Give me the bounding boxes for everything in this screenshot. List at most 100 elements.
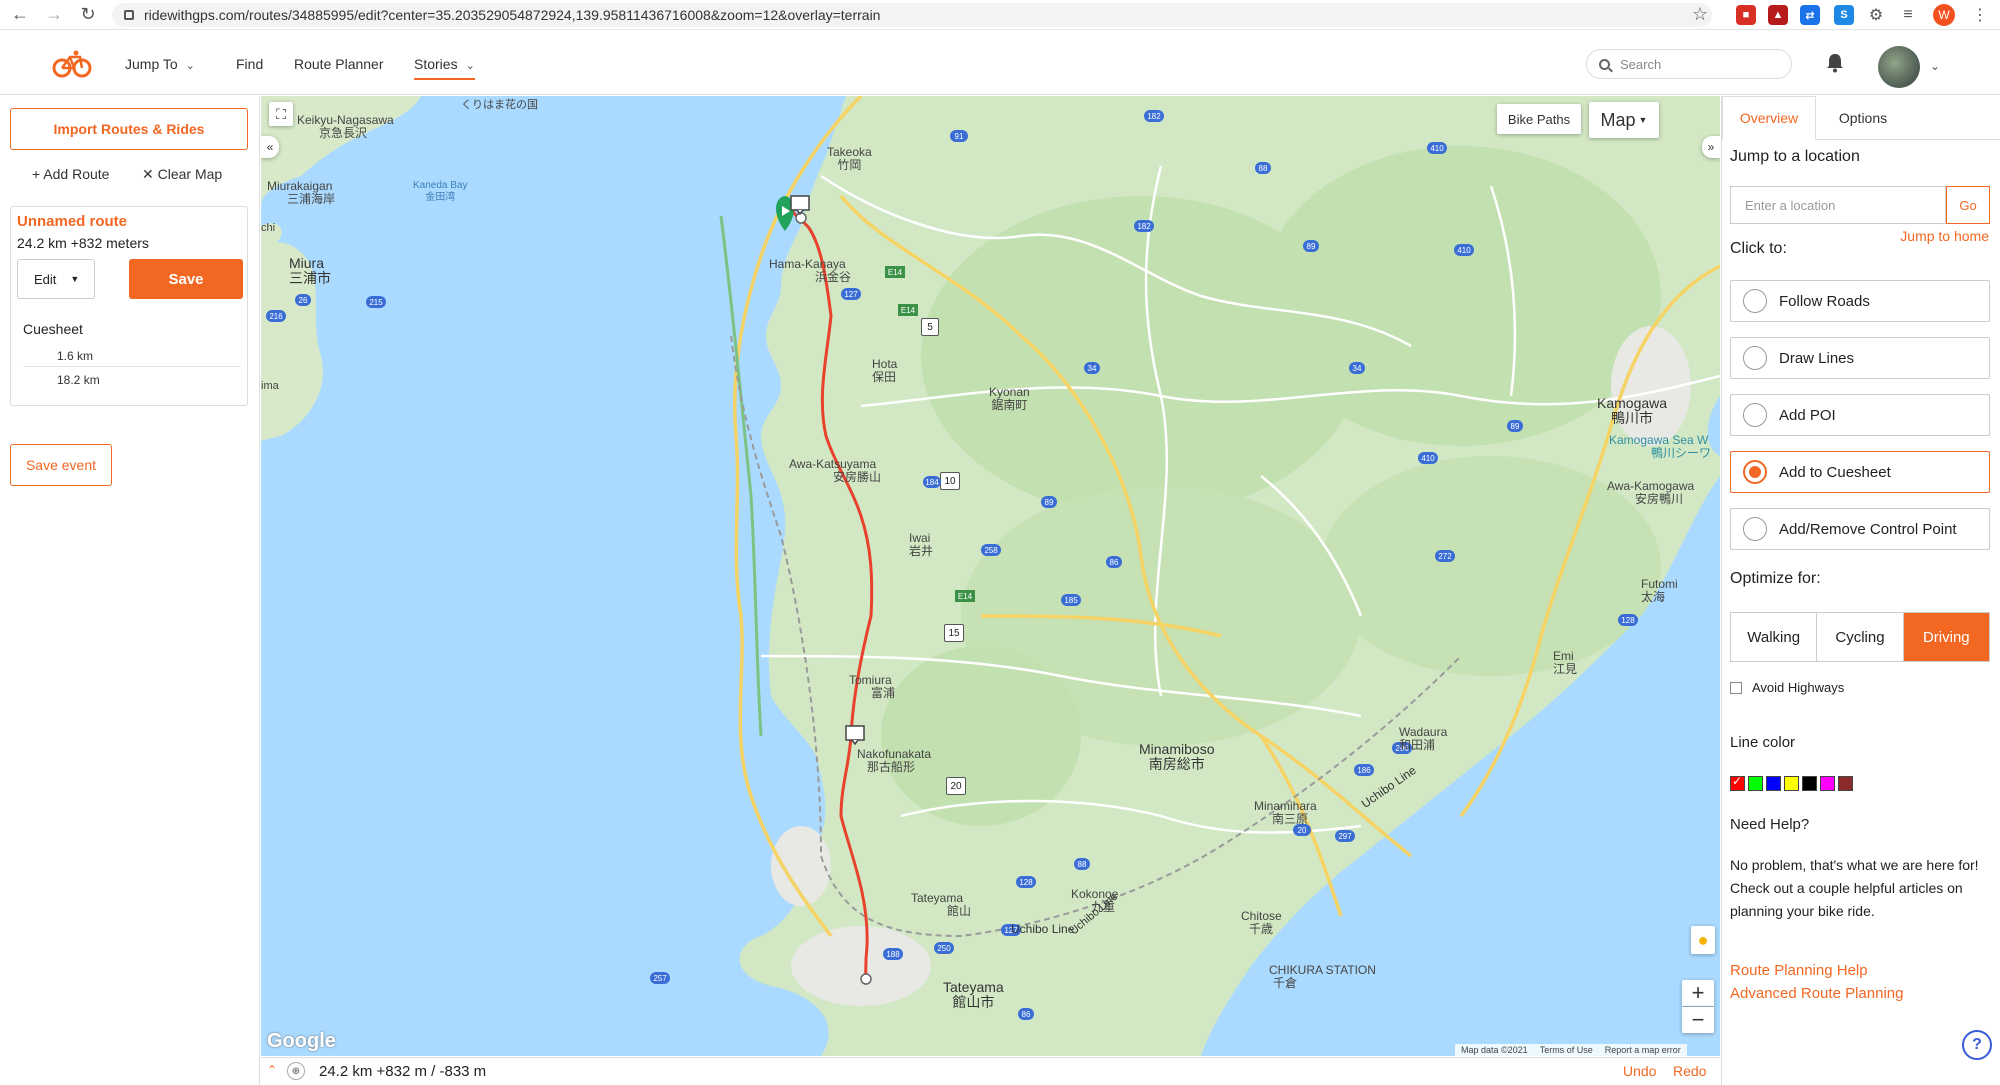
notifications-bell-icon[interactable] [1826, 53, 1844, 73]
reload-icon[interactable]: ↻ [74, 1, 102, 29]
place-label: Keikyu-Nagasawa 京急長沢 [297, 114, 394, 140]
collapse-left-panel-button[interactable]: « [261, 136, 279, 158]
advanced-route-planning-link[interactable]: Advanced Route Planning [1730, 985, 1903, 1002]
swatch-yellow[interactable] [1784, 776, 1799, 791]
place-label: Tateyama 館山 [911, 892, 971, 918]
location-input[interactable]: Enter a location [1730, 186, 1946, 224]
nav-jump-to[interactable]: Jump To ⌄ [125, 56, 195, 72]
optimize-cycling[interactable]: Cycling [1817, 613, 1904, 661]
browser-menu-icon[interactable]: ⋮ [1972, 5, 1988, 25]
extension-blue-icon[interactable]: ⇄ [1800, 5, 1820, 25]
app-header: Jump To ⌄ Find Route Planner Stories ⌄ Sea… [0, 31, 2000, 95]
place-name-jp: 三浦市 [289, 270, 331, 286]
map-view[interactable]: 5 10 15 20 E14 E14 E14 91 182 88 410 127… [261, 96, 1720, 1056]
route-planning-help-link[interactable]: Route Planning Help [1730, 962, 1868, 979]
extension-red-icon[interactable]: ■ [1736, 5, 1756, 25]
optimize-walking[interactable]: Walking [1731, 613, 1818, 661]
report-error-link[interactable]: Report a map error [1599, 1045, 1687, 1055]
swatch-brown[interactable] [1838, 776, 1853, 791]
fullscreen-button[interactable]: ⛶ [269, 102, 293, 126]
add-route-button[interactable]: + Add Route [32, 166, 109, 182]
clear-map-button[interactable]: ✕ Clear Map [142, 166, 222, 183]
avoid-highways-row[interactable]: Avoid Highways [1730, 680, 1844, 695]
expand-elevation-icon[interactable]: ⌃ [267, 1063, 277, 1077]
cue-row[interactable]: 1.6 km [23, 345, 241, 367]
road-shield: 128 [1618, 614, 1638, 626]
street-view-pegman-icon[interactable]: ● [1691, 926, 1715, 954]
extension-s-icon[interactable]: S [1834, 5, 1854, 25]
swatch-green[interactable] [1748, 776, 1763, 791]
address-bar[interactable]: ridewithgps.com/routes/34885995/edit?cen… [112, 3, 1712, 27]
place-label: Chitose 千歳 [1241, 910, 1282, 936]
collapse-right-panel-button[interactable]: » [1702, 136, 1720, 158]
cuesheet-title: Cuesheet [23, 321, 83, 337]
route-shield: 5 [921, 318, 939, 336]
search-placeholder: Search [1620, 56, 1662, 72]
place-name-jp: 和田浦 [1399, 738, 1436, 752]
zoom-in-button[interactable]: + [1682, 980, 1714, 1006]
undo-button[interactable]: Undo [1623, 1063, 1656, 1079]
user-avatar[interactable] [1878, 46, 1920, 88]
road-shield: 410 [1454, 244, 1474, 256]
zoom-out-button[interactable]: − [1682, 1007, 1714, 1033]
road-shield: 297 [1335, 830, 1355, 842]
mode-control-point[interactable]: Add/Remove Control Point [1730, 508, 1990, 550]
bookmark-star-icon[interactable]: ☆ [1692, 4, 1708, 25]
map-canvas[interactable] [261, 96, 1720, 1056]
import-routes-button[interactable]: Import Routes & Rides [10, 108, 248, 150]
nav-route-planner[interactable]: Route Planner [294, 56, 384, 72]
place-label: CHIKURA STATION 千倉 [1269, 964, 1376, 990]
place-name-jp: 安房勝山 [833, 470, 882, 484]
misc-map-label: chi [261, 222, 276, 234]
mode-add-poi[interactable]: Add POI [1730, 394, 1990, 436]
reading-list-icon[interactable]: ≡ [1898, 5, 1918, 25]
back-icon[interactable]: ← [6, 1, 34, 29]
forward-icon[interactable]: → [40, 1, 68, 29]
save-button[interactable]: Save [129, 259, 243, 299]
mode-follow-roads[interactable]: Follow Roads [1730, 280, 1990, 322]
browser-profile-avatar[interactable]: W [1933, 4, 1955, 26]
swatch-black[interactable] [1802, 776, 1817, 791]
extensions-puzzle-icon[interactable]: ⚙ [1866, 5, 1886, 25]
search-input[interactable]: Search [1586, 49, 1792, 79]
rail-label: Uchibo Line [1011, 922, 1075, 936]
zoom-search-icon[interactable]: ⊕ [287, 1062, 305, 1080]
swatch-magenta[interactable] [1820, 776, 1835, 791]
tab-overview[interactable]: Overview [1722, 96, 1816, 140]
mode-draw-lines[interactable]: Draw Lines [1730, 337, 1990, 379]
mode-add-to-cuesheet[interactable]: Add to Cuesheet [1730, 451, 1990, 493]
avoid-highways-label: Avoid Highways [1752, 680, 1845, 695]
place-name-jp: 金田湾 [425, 192, 456, 203]
bike-paths-toggle[interactable]: Bike Paths [1497, 104, 1581, 134]
chevron-down-icon[interactable]: ⌄ [1930, 59, 1940, 73]
optimize-driving[interactable]: Driving [1903, 613, 1989, 661]
redo-button[interactable]: Redo [1673, 1063, 1706, 1079]
terms-link[interactable]: Terms of Use [1534, 1045, 1599, 1055]
map-type-dropdown[interactable]: Map ▼ [1589, 102, 1659, 138]
help-question-icon[interactable]: ? [1962, 1030, 1992, 1060]
jump-home-link[interactable]: Jump to home [1900, 228, 1989, 244]
swatch-red[interactable]: ✓ [1730, 774, 1745, 791]
cue-row[interactable]: 18.2 km [23, 369, 241, 391]
swatch-blue[interactable] [1766, 776, 1781, 791]
nav-find[interactable]: Find [236, 56, 263, 72]
place-name-jp: 館山市 [952, 994, 995, 1010]
avoid-highways-checkbox[interactable] [1730, 681, 1742, 694]
extension-shield-icon[interactable]: ▲ [1768, 5, 1788, 25]
mode-label: Add/Remove Control Point [1779, 520, 1957, 538]
place-label: Miurakaigan 三浦海岸 [267, 180, 335, 206]
tab-options[interactable]: Options [1818, 96, 1908, 140]
edit-dropdown[interactable]: Edit ▼ [17, 259, 95, 299]
place-label: Tateyama 館山市 [943, 980, 1004, 1010]
mode-label: Draw Lines [1779, 349, 1855, 367]
nav-stories[interactable]: Stories ⌄ [414, 56, 475, 80]
ridewithgps-logo-icon[interactable] [52, 49, 92, 79]
place-name-jp: 千倉 [1273, 976, 1298, 990]
place-name-jp: 館山 [947, 904, 972, 918]
road-shield: 272 [1435, 550, 1455, 562]
road-shield: 250 [934, 942, 954, 954]
google-logo: Google [267, 1030, 336, 1052]
route-name[interactable]: Unnamed route [17, 213, 127, 230]
go-button[interactable]: Go [1946, 186, 1990, 224]
save-event-button[interactable]: Save event [10, 444, 112, 486]
